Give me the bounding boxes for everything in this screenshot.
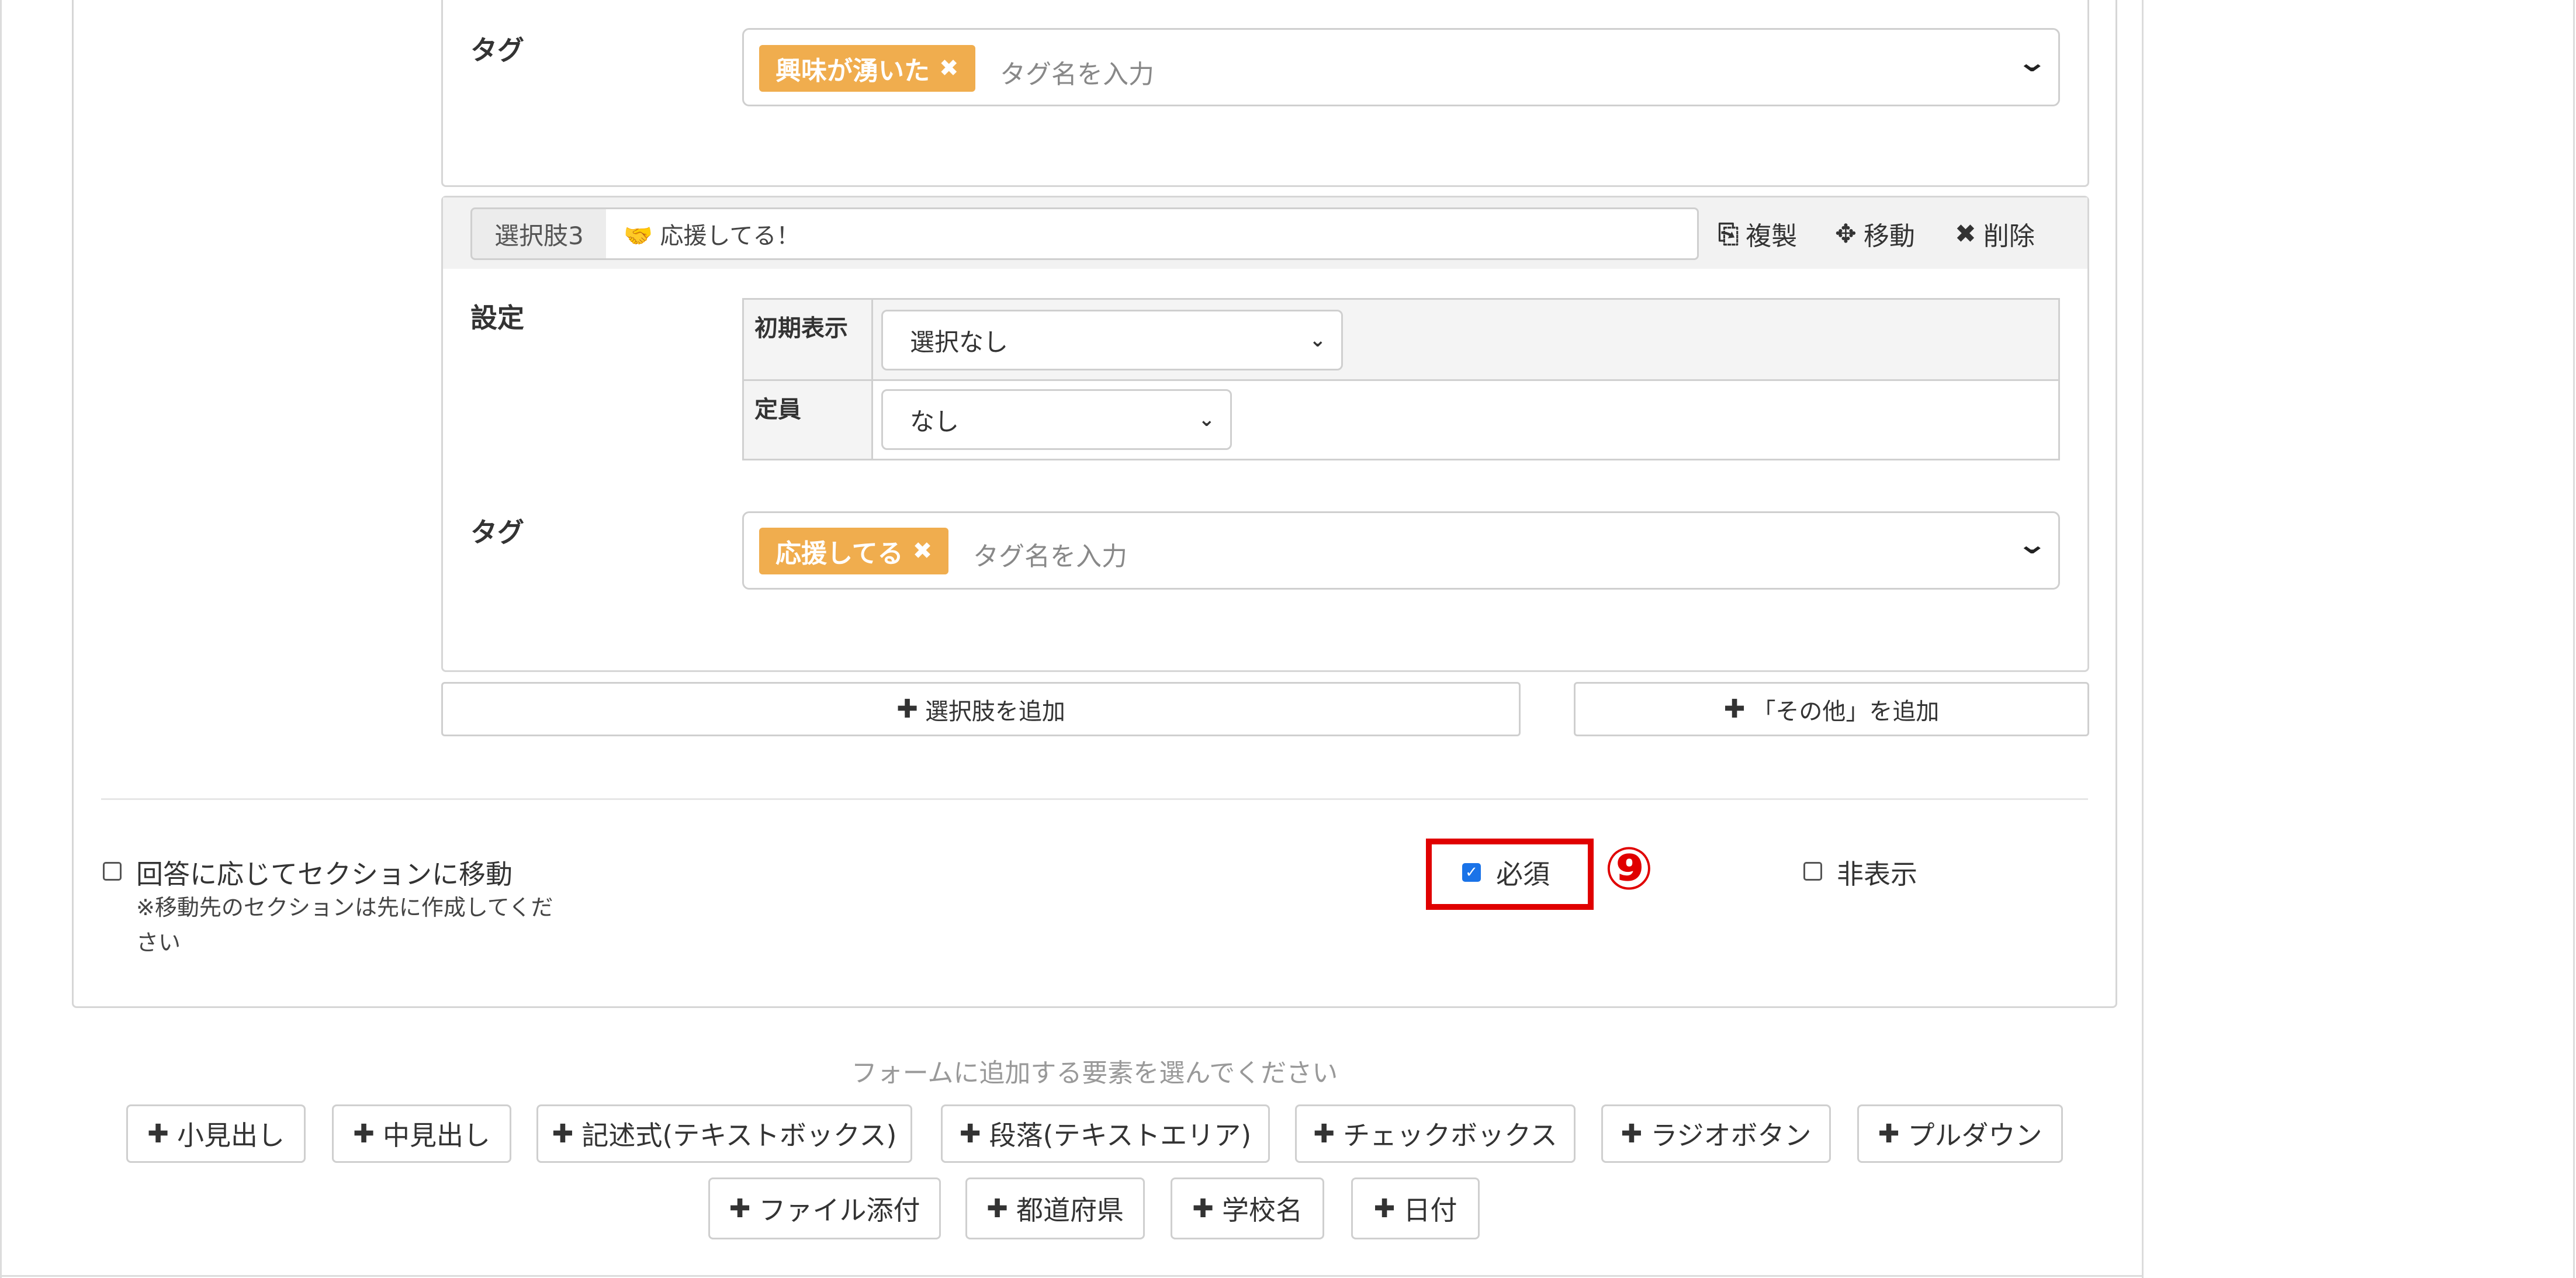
- bottom-border: [0, 1275, 2142, 1277]
- choice-3-number: 選択肢3: [470, 207, 608, 260]
- initial-display-label: 初期表示: [744, 300, 871, 379]
- add-pulldown-button[interactable]: ✚ プルダウン: [1857, 1104, 2063, 1163]
- options-divider: [101, 798, 2088, 800]
- choice-3-tags-label: タグ: [470, 517, 524, 548]
- chevron-down-icon[interactable]: ⌄: [2016, 528, 2048, 560]
- move-icon: ✥: [1835, 219, 1857, 249]
- choice-3-tag-input[interactable]: 応援してる ✖ タグ名を入力 ⌄: [742, 511, 2060, 590]
- tag-chip[interactable]: 応援してる ✖: [759, 528, 949, 574]
- plus-icon: ✚: [986, 1193, 1008, 1224]
- add-checkbox-button[interactable]: ✚ チェックボックス: [1295, 1104, 1576, 1163]
- plus-icon: ✚: [147, 1118, 169, 1149]
- choice-3-text-input[interactable]: 🤝 応援してる！: [606, 207, 1699, 260]
- plus-icon: ✚: [896, 694, 918, 724]
- row-divider: [744, 379, 2058, 381]
- hidden-label: 非表示: [1837, 858, 1917, 890]
- delete-button[interactable]: ✖ 削除: [1955, 215, 2035, 252]
- plus-icon: ✚: [959, 1118, 981, 1149]
- content-right-border: [2142, 0, 2144, 1278]
- add-prefecture-button[interactable]: ✚ 都道府県: [965, 1177, 1145, 1239]
- step-marker: ⑨: [1604, 834, 1654, 903]
- plus-icon: ✚: [1621, 1118, 1643, 1149]
- close-icon: ✖: [1955, 219, 1976, 249]
- hidden-checkbox[interactable]: [1803, 862, 1822, 881]
- remove-tag-icon[interactable]: ✖: [939, 55, 959, 82]
- remove-tag-icon[interactable]: ✖: [913, 538, 933, 564]
- plus-icon: ✚: [729, 1193, 751, 1224]
- add-file-button[interactable]: ✚ ファイル添付: [708, 1177, 941, 1239]
- settings-table: 初期表示 定員 選択なし ⌄ なし ⌄: [742, 298, 2060, 460]
- left-border: [0, 0, 2, 1278]
- palette-hint: フォームに追加する要素を選んでください: [851, 1058, 1338, 1088]
- chevron-down-icon: ⌄: [1198, 408, 1216, 431]
- settings-label: 設定: [470, 302, 524, 334]
- plus-icon: ✚: [1373, 1193, 1396, 1224]
- right-edge-border: [2573, 0, 2575, 1278]
- plus-icon: ✚: [1723, 694, 1746, 724]
- choice-2-tag-input[interactable]: 興味が湧いた ✖ タグ名を入力 ⌄: [742, 28, 2060, 106]
- section-jump-checkbox[interactable]: [103, 862, 122, 881]
- add-date-button[interactable]: ✚ 日付: [1351, 1177, 1480, 1239]
- required-label: 必須: [1496, 858, 1550, 890]
- add-school-button[interactable]: ✚ 学校名: [1171, 1177, 1324, 1239]
- col-divider: [871, 300, 873, 459]
- add-radio-button[interactable]: ✚ ラジオボタン: [1601, 1104, 1831, 1163]
- add-choice-button[interactable]: ✚ 選択肢を追加: [441, 682, 1521, 736]
- chevron-down-icon[interactable]: ⌄: [2016, 46, 2048, 78]
- initial-display-select[interactable]: 選択なし ⌄: [881, 310, 1343, 370]
- choice-2-tags-label: タグ: [470, 34, 524, 66]
- add-textbox-button[interactable]: ✚ 記述式(テキストボックス): [536, 1104, 912, 1163]
- add-small-heading-button[interactable]: ✚ 小見出し: [126, 1104, 306, 1163]
- tag-placeholder: タグ名を入力: [1000, 60, 1154, 89]
- plus-icon: ✚: [1192, 1193, 1214, 1224]
- required-checkbox[interactable]: ✓: [1462, 863, 1481, 882]
- add-medium-heading-button[interactable]: ✚ 中見出し: [332, 1104, 511, 1163]
- plus-icon: ✚: [552, 1118, 574, 1149]
- add-textarea-button[interactable]: ✚ 段落(テキストエリア): [941, 1104, 1270, 1163]
- chevron-down-icon: ⌄: [1309, 328, 1327, 352]
- tag-chip[interactable]: 興味が湧いた ✖: [759, 45, 975, 92]
- tag-placeholder: タグ名を入力: [973, 542, 1127, 572]
- plus-icon: ✚: [1313, 1118, 1335, 1149]
- section-jump-label: 回答に応じてセクションに移動: [136, 858, 513, 890]
- plus-icon: ✚: [353, 1118, 375, 1149]
- move-button[interactable]: ✥ 移動: [1835, 215, 1915, 252]
- duplicate-button[interactable]: ⎘ 複製: [1718, 215, 1797, 252]
- capacity-select[interactable]: なし ⌄: [881, 389, 1232, 450]
- plus-icon: ✚: [1878, 1118, 1900, 1149]
- add-other-button[interactable]: ✚ 「その他」を追加: [1574, 682, 2089, 736]
- copy-icon: ⎘: [1718, 219, 1739, 249]
- section-jump-note: ※移動先のセクションは先に作成してください: [136, 895, 553, 955]
- capacity-label: 定員: [744, 381, 871, 459]
